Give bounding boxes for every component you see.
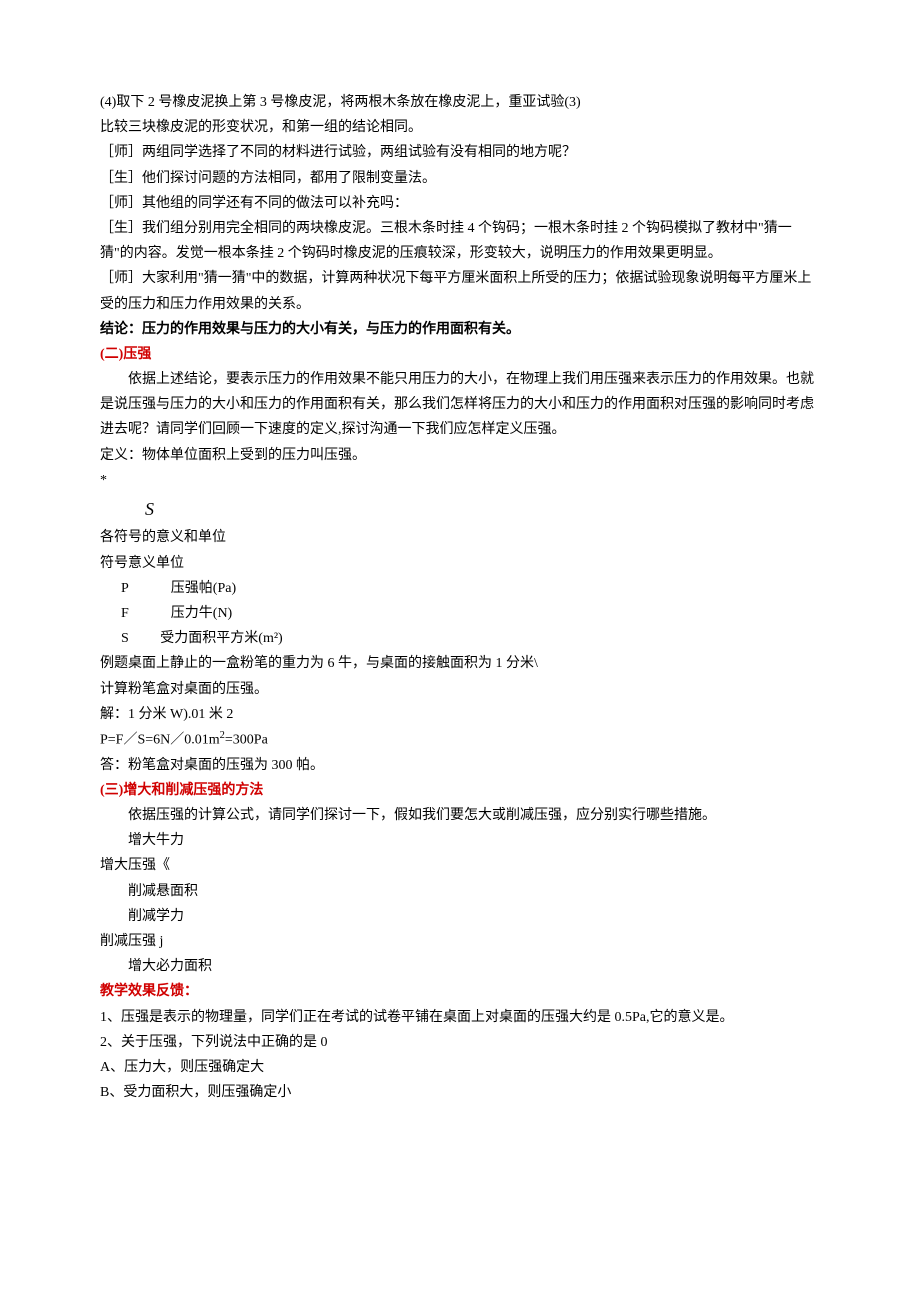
symbol-header: 符号意义单位 xyxy=(100,551,820,576)
example-formula: P=F／S=6N／0.01m2=300Pa xyxy=(100,727,820,753)
symbol-row-f: F 压力牛(N) xyxy=(100,601,820,626)
dialogue-teacher: ［师］两组同学选择了不同的材料进行试验，两组试验有没有相同的地方呢？ xyxy=(100,140,820,165)
formula-part-a: P=F／S=6N／0.01m xyxy=(100,733,220,748)
body-text: 依据上述结论，要表示压力的作用效果不能只用压力的大小，在物理上我们用压强来表示压… xyxy=(100,367,820,443)
example-answer: 答：粉笔盒对桌面的压强为 300 帕。 xyxy=(100,753,820,778)
example-problem: 例题桌面上静止的一盒粉笔的重力为 6 牛，与桌面的接触面积为 1 分米\ xyxy=(100,651,820,676)
asterisk-mark: * xyxy=(100,468,820,493)
definition-text: 定义：物体单位面积上受到的压力叫压强。 xyxy=(100,443,820,468)
dialogue-student: ［生］他们探讨问题的方法相同，都用了限制变量法。 xyxy=(100,166,820,191)
list-item: 增大牛力 xyxy=(100,828,820,853)
dialogue-teacher: ［师］大家利用"猜一猜"中的数据，计算两种状况下每平方厘米面积上所受的压力；依据… xyxy=(100,266,820,316)
question-1: 1、压强是表示的物理量，同学们正在考试的试卷平铺在桌面上对桌面的压强大约是 0.… xyxy=(100,1005,820,1030)
example-task: 计算粉笔盒对桌面的压强。 xyxy=(100,677,820,702)
feedback-heading: 教学效果反馈： xyxy=(100,979,820,1004)
list-item: 增大压强《 xyxy=(100,853,820,878)
option-b: B、受力面积大，则压强确定小 xyxy=(100,1080,820,1105)
dialogue-student: ［生］我们组分别用完全相同的两块橡皮泥。三根木条时挂 4 个钩码；一根木条时挂 … xyxy=(100,216,820,266)
section-heading-3: (三)增大和削减压强的方法 xyxy=(100,778,820,803)
list-item: 削减压强 j xyxy=(100,929,820,954)
formula-symbol-s: S xyxy=(100,493,820,525)
example-solution: 解：1 分米 W).01 米 2 xyxy=(100,702,820,727)
conclusion-text: 结论：压力的作用效果与压力的大小有关，与压力的作用面积有关。 xyxy=(100,317,820,342)
list-item: 削减悬面积 xyxy=(100,879,820,904)
list-item: 削减学力 xyxy=(100,904,820,929)
symbol-intro: 各符号的意义和单位 xyxy=(100,525,820,550)
formula-part-c: =300Pa xyxy=(225,733,268,748)
symbol-row-s: S 受力面积平方米(m²) xyxy=(100,626,820,651)
list-item: 增大必力面积 xyxy=(100,954,820,979)
body-text: 比较三块橡皮泥的形变状况，和第一组的结论相同。 xyxy=(100,115,820,140)
question-2: 2、关于压强，下列说法中正确的是 0 xyxy=(100,1030,820,1055)
symbol-row-p: P 压强帕(Pa) xyxy=(100,576,820,601)
dialogue-teacher: ［师］其他组的同学还有不同的做法可以补充吗： xyxy=(100,191,820,216)
body-text: (4)取下 2 号橡皮泥换上第 3 号橡皮泥，将两根木条放在橡皮泥上，重亚试验(… xyxy=(100,90,820,115)
option-a: A、压力大，则压强确定大 xyxy=(100,1055,820,1080)
body-text: 依据压强的计算公式，请同学们探讨一下，假如我们要怎大或削减压强，应分别实行哪些措… xyxy=(100,803,820,828)
section-heading-2: (二)压强 xyxy=(100,342,820,367)
